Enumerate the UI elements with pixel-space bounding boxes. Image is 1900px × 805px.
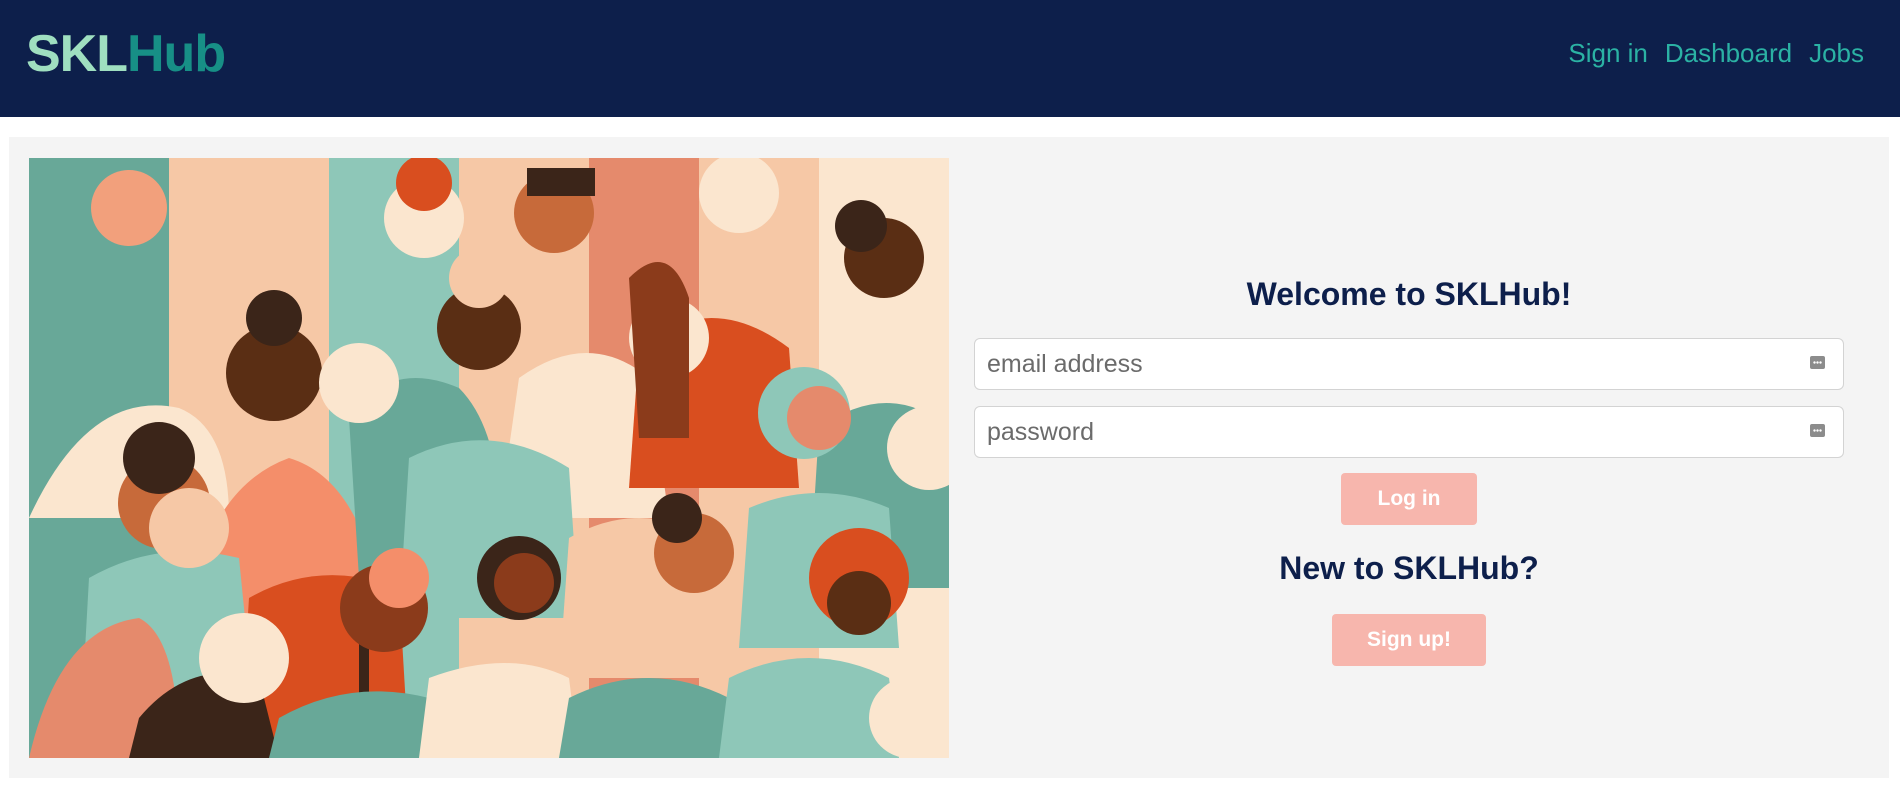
brand-logo[interactable]: SKLHub: [26, 24, 226, 84]
login-form: Welcome to SKLHub! Log in New to SKLHub?…: [974, 137, 1844, 778]
password-field[interactable]: [974, 406, 1844, 458]
diverse-people-illustration: [29, 158, 949, 758]
new-user-heading: New to SKLHub?: [1279, 550, 1539, 586]
nav-link-jobs[interactable]: Jobs: [1809, 38, 1864, 69]
nav-link-sign-in[interactable]: Sign in: [1568, 38, 1648, 69]
top-navbar: SKLHub Sign in Dashboard Jobs: [0, 0, 1900, 117]
welcome-heading: Welcome to SKLHub!: [1246, 276, 1572, 312]
hero-illustration: [29, 158, 949, 758]
brand-part-skl: SKL: [26, 25, 128, 83]
signup-button[interactable]: Sign up!: [1332, 614, 1486, 666]
nav-links: Sign in Dashboard Jobs: [1568, 38, 1864, 69]
password-input[interactable]: [975, 407, 1843, 457]
password-manager-key-icon[interactable]: [1810, 356, 1825, 369]
login-button[interactable]: Log in: [1341, 473, 1477, 525]
password-manager-key-icon[interactable]: [1810, 424, 1825, 437]
email-field[interactable]: [974, 338, 1844, 390]
nav-link-dashboard[interactable]: Dashboard: [1665, 38, 1792, 69]
brand-part-hub: Hub: [127, 25, 226, 83]
email-input[interactable]: [975, 339, 1843, 389]
login-panel: Welcome to SKLHub! Log in New to SKLHub?…: [9, 137, 1889, 778]
